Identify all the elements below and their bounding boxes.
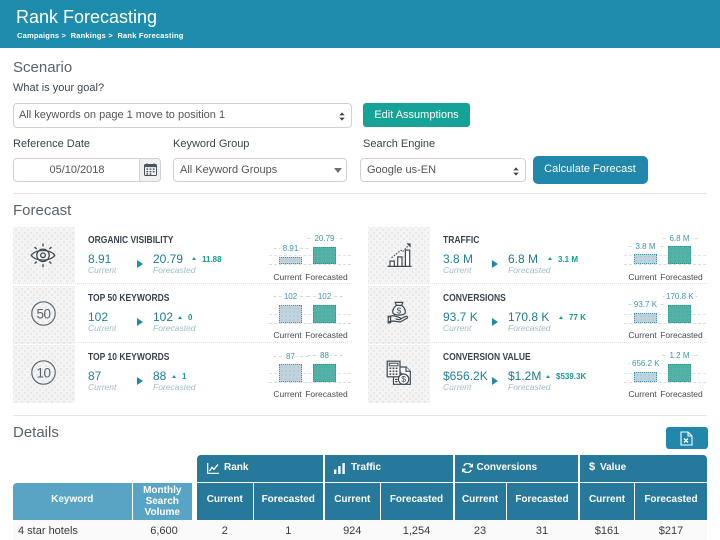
svg-text:$: $ [397,306,402,315]
svg-text:$: $ [401,374,406,384]
svg-text:10: 10 [36,365,50,380]
svg-text:50: 50 [36,306,50,321]
